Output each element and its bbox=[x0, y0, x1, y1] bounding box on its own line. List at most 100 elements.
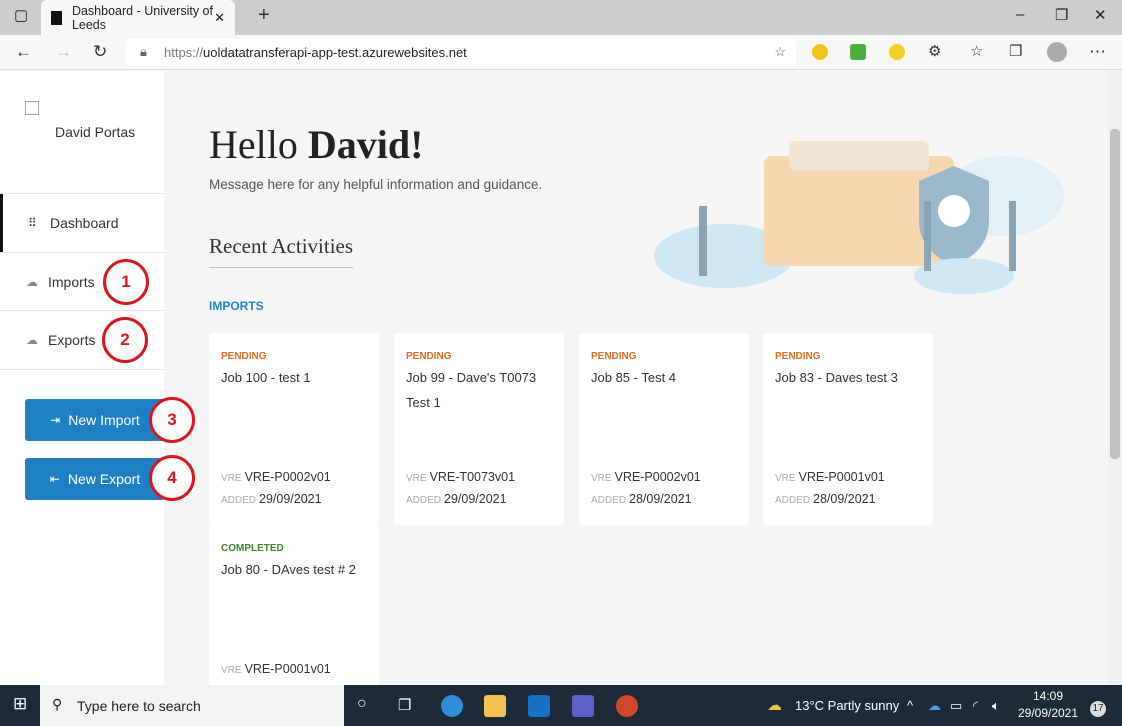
sidebar-item-dashboard[interactable]: ⠿ Dashboard bbox=[0, 194, 164, 252]
vre-label: VRE bbox=[591, 473, 612, 484]
task-view-icon[interactable]: ❐ bbox=[398, 696, 411, 714]
new-export-label: New Export bbox=[67, 471, 141, 487]
outlook-icon[interactable] bbox=[528, 695, 550, 717]
tab-bar: ▢ Dashboard - University of Leeds ✕ + – … bbox=[0, 0, 1122, 35]
vre-value: VRE-P0001v01 bbox=[244, 662, 331, 676]
added-label: ADDED bbox=[221, 495, 257, 506]
address-bar-row: ← → ↻ 🔒︎ https://uoldatatransferapi-app-… bbox=[0, 35, 1122, 70]
grid-icon: ⠿ bbox=[28, 216, 37, 230]
added-value: 29/09/2021 bbox=[259, 492, 322, 506]
vertical-scrollbar[interactable] bbox=[1108, 71, 1122, 685]
job-card[interactable]: PENDING Job 83 - Daves test 3 VRE VRE-P00… bbox=[763, 333, 933, 525]
lock-icon: 🔒︎ bbox=[140, 44, 147, 59]
collections-icon[interactable]: ❐ bbox=[1009, 42, 1022, 60]
edge-icon[interactable] bbox=[441, 695, 463, 717]
refresh-icon[interactable]: ↻ bbox=[93, 42, 107, 62]
back-icon[interactable]: ← bbox=[15, 42, 32, 62]
extensions-icon[interactable]: ⚙ bbox=[928, 42, 941, 60]
weather-text[interactable]: 13°C Partly sunny bbox=[795, 698, 899, 713]
extension-icon[interactable] bbox=[812, 44, 828, 60]
clock-time: 14:09 bbox=[1032, 689, 1064, 703]
sidebar: David Portas ⠿ Dashboard ☁ Imports ☁ Export… bbox=[0, 71, 165, 685]
job-card[interactable]: PENDING Job 100 - test 1 VRE VRE-P0002v01… bbox=[209, 333, 379, 525]
job-title: Job 85 - Test 4 bbox=[591, 370, 677, 385]
url-protocol: https:// bbox=[164, 45, 204, 60]
url-input[interactable]: 🔒︎ https://uoldatatransferapi-app-test.a… bbox=[126, 39, 796, 66]
cortana-icon[interactable]: ○ bbox=[357, 695, 367, 713]
scrollbar-thumb[interactable] bbox=[1110, 129, 1120, 459]
notification-badge[interactable]: 17 bbox=[1090, 701, 1106, 717]
maximize-icon[interactable]: ❐ bbox=[1055, 6, 1068, 24]
new-import-button[interactable]: ⇥ New Import bbox=[25, 399, 165, 441]
vre-row: VRE VRE-P0001v01 bbox=[775, 470, 885, 484]
profile-avatar[interactable] bbox=[1047, 42, 1067, 62]
vre-label: VRE bbox=[221, 665, 242, 676]
status-badge: PENDING bbox=[775, 351, 821, 362]
search-placeholder: Type here to search bbox=[77, 698, 201, 714]
powerpoint-icon[interactable] bbox=[616, 695, 638, 717]
job-card[interactable]: COMPLETED Job 80 - DAves test # 2 VRE VRE… bbox=[209, 525, 379, 685]
teams-icon[interactable] bbox=[572, 695, 594, 717]
volume-icon[interactable]: 🔈︎ bbox=[992, 698, 1000, 714]
tab-actions-icon[interactable]: ▢ bbox=[14, 6, 28, 24]
vre-value: VRE-P0002v01 bbox=[244, 470, 331, 484]
url-host: uoldatatransferapi-app-test.azurewebsite… bbox=[203, 45, 467, 60]
vre-row: VRE VRE-T0073v01 bbox=[406, 470, 515, 484]
added-value: 29/09/2021 bbox=[444, 492, 507, 506]
clock-date: 29/09/2021 bbox=[1017, 706, 1079, 720]
taskbar-search[interactable]: ⚲ Type here to search bbox=[40, 685, 344, 726]
vre-row: VRE VRE-P0001v01 bbox=[221, 662, 331, 676]
wifi-icon[interactable]: ◜ bbox=[973, 698, 978, 714]
cloud-download-icon: ☁ bbox=[26, 275, 38, 289]
user-name: David Portas bbox=[55, 124, 136, 140]
job-card[interactable]: PENDING Job 85 - Test 4 VRE VRE-P0002v01 A… bbox=[579, 333, 749, 525]
added-row: ADDED 29/09/2021 bbox=[406, 492, 507, 506]
info-message: Message here for any helpful information… bbox=[209, 177, 543, 192]
vre-row: VRE VRE-P0002v01 bbox=[221, 470, 331, 484]
annotation-marker: 4 bbox=[149, 455, 195, 501]
added-value: 28/09/2021 bbox=[629, 492, 692, 506]
close-tab-icon[interactable]: ✕ bbox=[214, 10, 225, 26]
tab-title: Dashboard - University of Leeds bbox=[71, 3, 213, 32]
battery-icon[interactable]: ▭ bbox=[950, 698, 962, 714]
greeting-name: David! bbox=[307, 122, 424, 167]
vre-row: VRE VRE-P0002v01 bbox=[591, 470, 701, 484]
onedrive-icon[interactable]: ☁ bbox=[928, 698, 941, 714]
close-window-icon[interactable]: ✕ bbox=[1094, 6, 1107, 24]
favicon-icon bbox=[51, 10, 62, 25]
forward-icon[interactable]: → bbox=[55, 42, 72, 62]
added-label: ADDED bbox=[775, 495, 811, 506]
more-menu-icon[interactable]: ⋯ bbox=[1089, 42, 1106, 62]
added-row: ADDED 28/09/2021 bbox=[591, 492, 692, 506]
added-row: ADDED 28/09/2021 bbox=[775, 492, 876, 506]
hero-illustration bbox=[654, 141, 1064, 294]
favorites-icon[interactable]: ☆ bbox=[970, 42, 983, 60]
page-title: Hello David! bbox=[209, 121, 423, 168]
import-icon: ⇥ bbox=[50, 413, 61, 427]
annotation-marker: 2 bbox=[102, 317, 148, 363]
extension-lock-icon[interactable] bbox=[850, 44, 866, 60]
added-row: ADDED 29/09/2021 bbox=[221, 492, 322, 506]
imports-section-label: IMPORTS bbox=[209, 299, 264, 313]
favorite-star-icon[interactable]: ☆ bbox=[774, 44, 786, 60]
new-export-button[interactable]: ⇤ New Export bbox=[25, 458, 165, 500]
divider bbox=[0, 369, 164, 370]
minimize-icon[interactable]: – bbox=[1016, 6, 1024, 23]
windows-start-icon[interactable]: ⊞ bbox=[13, 694, 27, 714]
job-title: Job 83 - Daves test 3 bbox=[775, 370, 898, 385]
extension-check-icon[interactable] bbox=[889, 44, 905, 60]
job-title: Job 80 - DAves test # 2 bbox=[221, 562, 356, 577]
tab-dashboard[interactable]: Dashboard - University of Leeds ✕ bbox=[41, 0, 235, 35]
file-explorer-icon[interactable] bbox=[484, 695, 506, 717]
status-badge: PENDING bbox=[221, 351, 267, 362]
show-hidden-icons[interactable]: ^ bbox=[907, 698, 913, 713]
clock[interactable]: 14:09 29/09/2021 bbox=[1016, 689, 1080, 720]
weather-icon: ☁ bbox=[767, 697, 782, 714]
vre-label: VRE bbox=[406, 473, 427, 484]
new-tab-icon[interactable]: + bbox=[258, 4, 270, 27]
job-card[interactable]: PENDING Job 99 - Dave's T0073 Test 1 VRE… bbox=[394, 333, 564, 525]
added-label: ADDED bbox=[406, 495, 442, 506]
main-content: Hello David! Message here for any helpfu… bbox=[164, 71, 1108, 685]
sidebar-item-label: Imports bbox=[48, 274, 95, 290]
added-value: 28/09/2021 bbox=[813, 492, 876, 506]
